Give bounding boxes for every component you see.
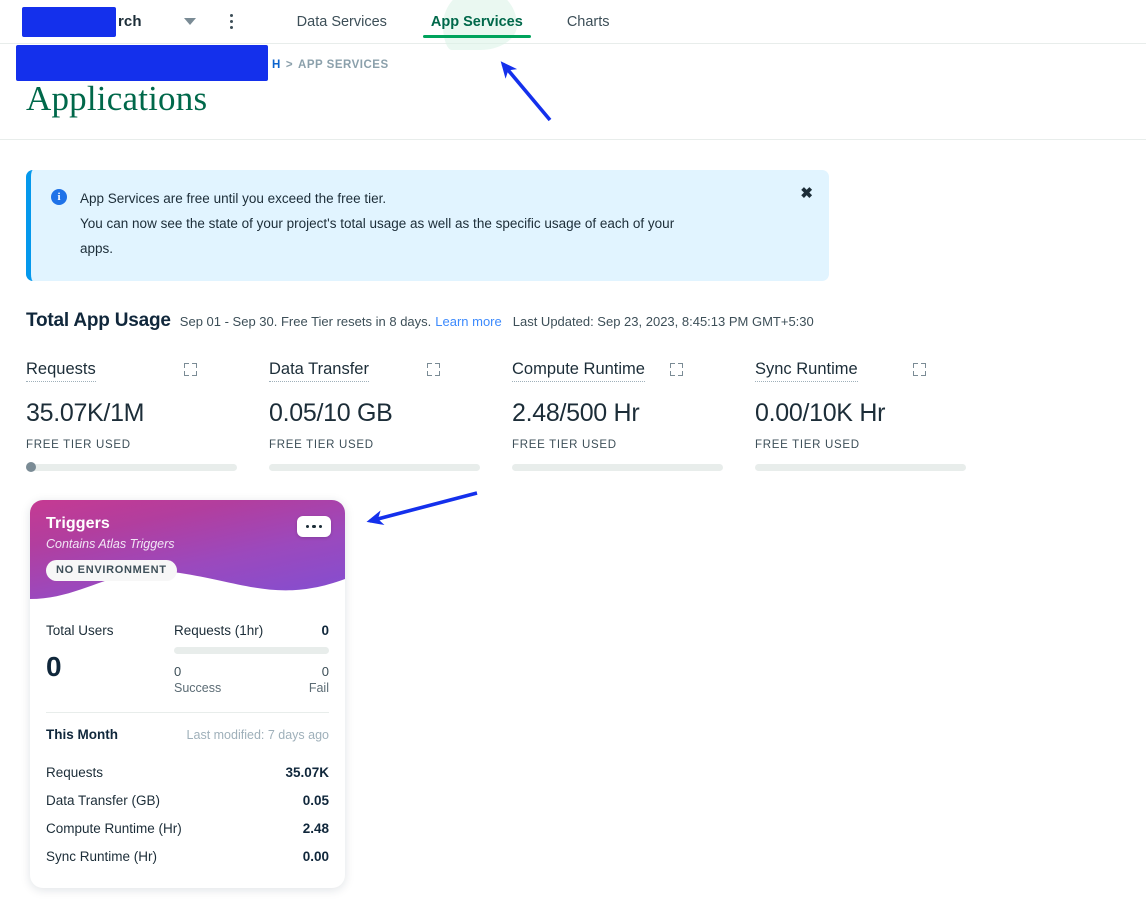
main-content: i App Services are free until you exceed… <box>0 170 1146 471</box>
expand-icon[interactable] <box>670 363 683 376</box>
breadcrumb-current: APP SERVICES <box>298 59 389 71</box>
progress-bar-requests <box>26 464 237 471</box>
success-fail-values: 0 0 <box>174 664 329 679</box>
app-card-triggers[interactable]: Triggers Contains Atlas Triggers NO ENVI… <box>30 500 345 888</box>
row-value-sync-runtime: 0.00 <box>303 849 329 864</box>
chevron-down-icon[interactable] <box>184 18 196 25</box>
stat-sub-compute-runtime: FREE TIER USED <box>512 439 755 451</box>
org-name-redaction <box>22 7 116 37</box>
stat-label-requests[interactable]: Requests <box>26 360 96 382</box>
progress-bar-sync-runtime <box>755 464 966 471</box>
stat-header: Compute Runtime <box>512 360 755 382</box>
requests-row: Requests (1hr) 0 <box>174 623 329 638</box>
stat-card-sync-runtime: Sync Runtime 0.00/10K Hr FREE TIER USED <box>755 360 998 471</box>
expand-icon[interactable] <box>913 363 926 376</box>
row-value-data-transfer: 0.05 <box>303 793 329 808</box>
stat-value-sync-runtime: 0.00/10K Hr <box>755 399 998 428</box>
org-name-label: rch <box>118 13 142 30</box>
fail-value: 0 <box>322 664 329 679</box>
row-value-requests: 35.07K <box>285 765 329 780</box>
table-row: Data Transfer (GB) 0.05 <box>46 786 329 814</box>
app-card-metrics: Total Users 0 Requests (1hr) 0 0 0 Succe… <box>30 605 345 695</box>
app-card-title: Triggers <box>46 515 327 533</box>
annotation-arrow-app-card <box>340 480 520 560</box>
stat-label-compute-runtime[interactable]: Compute Runtime <box>512 360 645 382</box>
fail-label: Fail <box>309 681 329 695</box>
progress-bar-data-transfer <box>269 464 480 471</box>
usage-stat-cards: Requests 35.07K/1M FREE TIER USED Data T… <box>26 360 1120 471</box>
app-card-subtitle: Contains Atlas Triggers <box>46 537 327 551</box>
total-users-metric: Total Users 0 <box>46 623 174 695</box>
banner-message: App Services are free until you exceed t… <box>80 187 674 262</box>
expand-icon[interactable] <box>427 363 440 376</box>
app-card-header: Triggers Contains Atlas Triggers NO ENVI… <box>30 500 345 605</box>
this-month-title: This Month <box>46 727 118 742</box>
last-updated-text: Last Updated: Sep 23, 2023, 8:45:13 PM G… <box>513 314 814 329</box>
top-navigation-bar: rch Data Services App Services Charts <box>0 0 1146 44</box>
stat-sub-data-transfer: FREE TIER USED <box>269 439 512 451</box>
breadcrumb: H > APP SERVICES <box>26 54 1146 76</box>
requests-1hr-label: Requests (1hr) <box>174 623 263 638</box>
stat-value-data-transfer: 0.05/10 GB <box>269 399 512 428</box>
table-row: Requests 35.07K <box>46 758 329 786</box>
progress-dot <box>26 462 36 472</box>
total-users-label: Total Users <box>46 623 174 638</box>
ellipsis-menu-icon[interactable] <box>297 516 331 537</box>
row-label-compute-runtime: Compute Runtime (Hr) <box>46 821 182 836</box>
tab-app-services[interactable]: App Services <box>409 0 545 44</box>
tab-charts[interactable]: Charts <box>545 0 632 44</box>
row-label-requests: Requests <box>46 765 103 780</box>
tab-data-services[interactable]: Data Services <box>275 0 409 44</box>
app-card-usage-rows: Requests 35.07K Data Transfer (GB) 0.05 … <box>30 742 345 888</box>
page-subheader: H > APP SERVICES Applications <box>0 44 1146 140</box>
row-label-data-transfer: Data Transfer (GB) <box>46 793 160 808</box>
stat-card-compute-runtime: Compute Runtime 2.48/500 Hr FREE TIER US… <box>512 360 755 471</box>
breadcrumb-redaction <box>16 45 268 81</box>
total-users-value: 0 <box>46 651 174 683</box>
this-month-header: This Month Last modified: 7 days ago <box>30 713 345 742</box>
requests-progress-bar <box>174 647 329 654</box>
total-app-usage-header: Total App Usage Sep 01 - Sep 30. Free Ti… <box>26 310 1120 332</box>
stat-sub-sync-runtime: FREE TIER USED <box>755 439 998 451</box>
success-value: 0 <box>174 664 181 679</box>
free-tier-info-banner: i App Services are free until you exceed… <box>26 170 829 281</box>
banner-line-3: apps. <box>80 237 674 262</box>
banner-line-1: App Services are free until you exceed t… <box>80 187 674 212</box>
stat-value-requests: 35.07K/1M <box>26 399 269 428</box>
breadcrumb-separator: > <box>286 59 293 71</box>
table-row: Compute Runtime (Hr) 2.48 <box>46 814 329 842</box>
row-value-compute-runtime: 2.48 <box>303 821 329 836</box>
requests-1hr-value: 0 <box>321 623 329 638</box>
stat-card-data-transfer: Data Transfer 0.05/10 GB FREE TIER USED <box>269 360 512 471</box>
close-icon[interactable]: ✖ <box>800 186 813 201</box>
stat-card-requests: Requests 35.07K/1M FREE TIER USED <box>26 360 269 471</box>
stat-header: Sync Runtime <box>755 360 998 382</box>
row-label-sync-runtime: Sync Runtime (Hr) <box>46 849 157 864</box>
table-row: Sync Runtime (Hr) 0.00 <box>46 842 329 870</box>
banner-line-2: You can now see the state of your projec… <box>80 212 674 237</box>
stat-value-compute-runtime: 2.48/500 Hr <box>512 399 755 428</box>
stat-sub-requests: FREE TIER USED <box>26 439 269 451</box>
environment-badge: NO ENVIRONMENT <box>46 560 177 581</box>
page-title: Applications <box>26 80 1146 119</box>
breadcrumb-project-link[interactable]: H <box>272 59 281 71</box>
expand-icon[interactable] <box>184 363 197 376</box>
total-app-usage-title: Total App Usage <box>26 310 171 332</box>
progress-bar-compute-runtime <box>512 464 723 471</box>
primary-tabs: Data Services App Services Charts <box>275 0 632 44</box>
learn-more-link[interactable]: Learn more <box>435 314 501 329</box>
stat-label-data-transfer[interactable]: Data Transfer <box>269 360 369 382</box>
stat-label-sync-runtime[interactable]: Sync Runtime <box>755 360 858 382</box>
stat-header: Requests <box>26 360 269 382</box>
stat-header: Data Transfer <box>269 360 512 382</box>
info-icon: i <box>51 189 67 205</box>
kebab-menu-icon[interactable] <box>224 11 239 32</box>
requests-metric: Requests (1hr) 0 0 0 Success Fail <box>174 623 329 695</box>
success-label: Success <box>174 681 221 695</box>
success-fail-labels: Success Fail <box>174 681 329 695</box>
last-modified-text: Last modified: 7 days ago <box>187 728 329 742</box>
usage-period: Sep 01 - Sep 30. Free Tier resets in 8 d… <box>180 314 431 329</box>
